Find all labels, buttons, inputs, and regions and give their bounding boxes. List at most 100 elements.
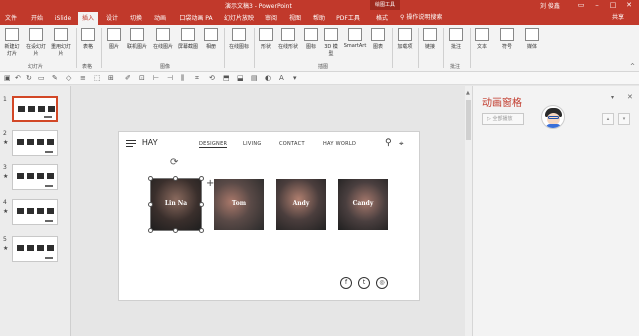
customize-icon[interactable]: ▾ [293, 74, 297, 83]
tab-transitions[interactable]: 切换 [127, 12, 145, 25]
color-icon[interactable]: ◐ [265, 74, 271, 83]
thumb-photo [37, 139, 44, 145]
font-icon[interactable]: A [279, 74, 284, 83]
slide-thumbnail-5[interactable] [12, 236, 58, 262]
tab-insert[interactable]: 插入 [78, 12, 98, 25]
photo-tom[interactable]: Tom [214, 179, 264, 230]
resize-handle[interactable] [199, 202, 204, 207]
symbol-button[interactable]: 符号 [499, 28, 515, 50]
maximize-icon[interactable]: □ [606, 0, 620, 10]
picture-button[interactable]: 图片 [106, 28, 122, 50]
collapse-ribbon-icon[interactable]: ^ [630, 63, 635, 70]
close-icon[interactable]: ✕ [622, 0, 636, 10]
format-painter-icon[interactable]: ✎ [52, 74, 58, 83]
tab-slideshow[interactable]: 幻灯片放映 [222, 12, 256, 25]
rotate-handle-icon[interactable]: ⟳ [170, 158, 178, 168]
photo-album-button[interactable]: 相册 [203, 28, 219, 50]
online-icon-button[interactable]: 在线图标 [228, 28, 250, 50]
resize-handle[interactable] [148, 202, 153, 207]
undo-icon[interactable]: ↶ [15, 74, 21, 83]
smartart-button[interactable]: SmartArt [343, 28, 367, 49]
resize-handle[interactable] [148, 176, 153, 181]
tab-review[interactable]: 审阅 [262, 12, 280, 25]
tab-home[interactable]: 开始 [28, 12, 46, 25]
twitter-icon: t [358, 277, 370, 289]
online-slide-button[interactable]: 在设幻灯片 [26, 28, 46, 57]
photo-candy[interactable]: Candy [338, 179, 388, 230]
resize-handle[interactable] [199, 228, 204, 233]
group-icon[interactable]: ⊡ [139, 74, 145, 83]
resize-handle[interactable] [173, 228, 178, 233]
layer-icon[interactable]: ▤ [251, 74, 258, 83]
new-slide-button[interactable]: 新建幻灯片 [3, 28, 21, 57]
redo-icon[interactable]: ↻ [26, 74, 32, 83]
link-button[interactable]: 链接 [422, 28, 438, 50]
slide-thumbnail-4[interactable] [12, 199, 58, 225]
user-name[interactable]: 刘 俊鑫 [540, 1, 560, 10]
move-up-button[interactable]: ▴ [602, 113, 614, 125]
bring-forward-icon[interactable]: ⬒ [223, 74, 230, 83]
brand-logo: HAY [142, 138, 158, 147]
online-shape-button[interactable]: 在线形状 [277, 28, 299, 50]
tab-file[interactable]: 文件 [2, 12, 20, 25]
comment-button[interactable]: 批注 [448, 28, 464, 50]
arrange-icon[interactable]: ⊞ [108, 74, 114, 83]
tab-pdf-tools[interactable]: PDF工具 [334, 12, 362, 25]
rotate-icon[interactable]: ⟲ [209, 74, 215, 83]
resize-handle[interactable] [173, 176, 178, 181]
online-picture-button[interactable]: 联机图片 [126, 28, 148, 50]
minimize-icon[interactable]: – [590, 0, 604, 10]
add-ins-button[interactable]: 加载项 [396, 28, 414, 50]
slideshow-icon[interactable]: ▭ [38, 74, 45, 83]
table-button[interactable]: 表格 [80, 28, 96, 50]
ribbon-display-icon[interactable]: ▭ [574, 0, 588, 10]
tab-animations[interactable]: 动画 [151, 12, 169, 25]
thumb-photo [37, 245, 44, 251]
tell-me-search[interactable]: ⚲ 操作说明搜索 [400, 12, 442, 21]
photo-andy[interactable]: Andy [276, 179, 326, 230]
icons-button[interactable]: 图标 [303, 28, 319, 50]
slide-canvas[interactable]: HAY DESIGNER LIVING CONTACT HAY WORLD ⚲ … [118, 131, 420, 301]
tab-islide[interactable]: iSlide [52, 12, 74, 25]
reuse-slide-button[interactable]: 重用幻灯片 [50, 28, 72, 57]
media-button[interactable]: 媒体 [524, 28, 540, 50]
pane-options-icon[interactable]: ▾ [611, 94, 614, 101]
resize-handle[interactable] [148, 228, 153, 233]
editor-scrollbar[interactable]: ▲ [465, 86, 472, 336]
tab-help[interactable]: 帮助 [310, 12, 328, 25]
distribute-icon[interactable]: ⫼ [181, 74, 184, 83]
slide-thumbnail-3[interactable] [12, 164, 58, 190]
tab-format[interactable]: 格式 [371, 12, 393, 25]
slide-thumbnail-1[interactable] [12, 96, 58, 122]
align-center-icon[interactable]: ⊣ [167, 74, 173, 83]
tab-pocket-animation[interactable]: 口袋动画 PA [175, 12, 217, 25]
slide-thumbnail-2[interactable] [12, 130, 58, 156]
animation-star-icon: ★ [3, 173, 9, 180]
separator [418, 28, 419, 68]
draw-icon[interactable]: ⬚ [94, 74, 101, 83]
share-button[interactable]: 共享 [612, 12, 624, 21]
tab-design[interactable]: 设计 [103, 12, 121, 25]
text-button[interactable]: 文本 [474, 28, 490, 50]
3d-model-button[interactable]: 3D 模型 [322, 28, 340, 57]
close-pane-icon[interactable]: ✕ [627, 93, 633, 101]
tab-view[interactable]: 视图 [286, 12, 304, 25]
play-all-button[interactable]: ▷ 全部播放 [482, 113, 524, 125]
screenshot-button[interactable]: 屏幕截图 [177, 28, 199, 50]
move-down-button[interactable]: ▾ [618, 113, 630, 125]
align-left-icon[interactable]: ⊢ [153, 74, 159, 83]
align-icon[interactable]: ≡ [80, 74, 86, 83]
send-backward-icon[interactable]: ⬓ [237, 74, 244, 83]
shapes-button[interactable]: 形状 [258, 28, 274, 50]
online-image-button[interactable]: 在线图片 [152, 28, 174, 50]
chart-button[interactable]: 图表 [370, 28, 386, 50]
scroll-up-icon[interactable]: ▲ [466, 90, 470, 96]
crop-icon[interactable]: ⌗ [195, 74, 199, 83]
pen-icon[interactable]: ✐ [125, 74, 131, 83]
save-icon[interactable]: ▣ [4, 74, 11, 83]
shape-icon[interactable]: ◇ [66, 74, 71, 83]
pane-divider[interactable] [70, 86, 71, 336]
thumb-photo [17, 139, 24, 145]
resize-handle[interactable] [199, 176, 204, 181]
scrollbar-thumb[interactable] [466, 100, 471, 140]
